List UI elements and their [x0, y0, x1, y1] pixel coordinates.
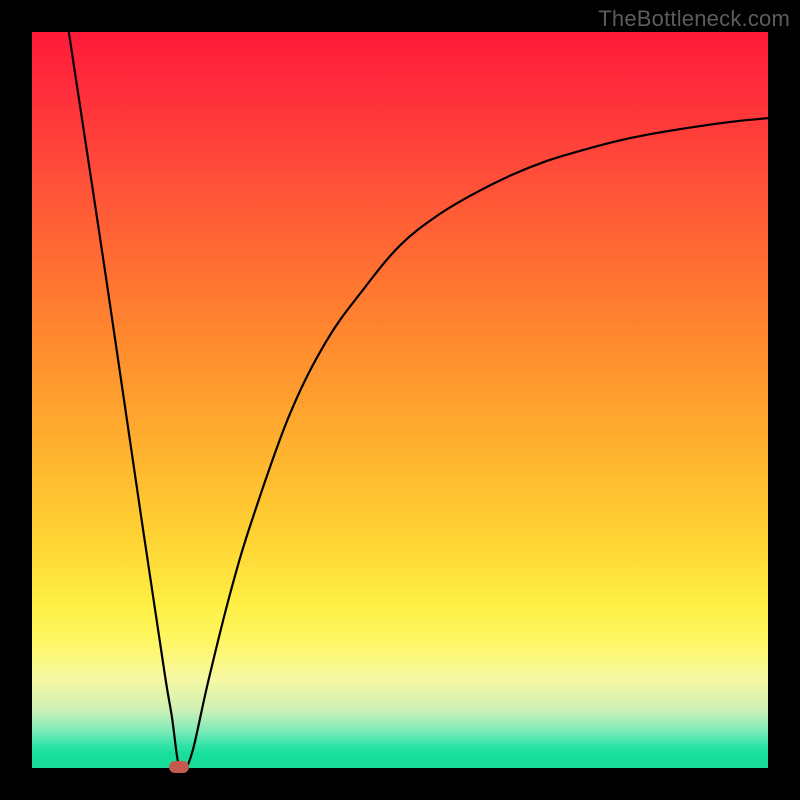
chart-frame: TheBottleneck.com	[0, 0, 800, 800]
bottleneck-curve	[69, 32, 768, 768]
curve-svg	[32, 32, 768, 768]
plot-area	[32, 32, 768, 768]
watermark-text: TheBottleneck.com	[598, 6, 790, 32]
optimal-point-marker	[169, 761, 189, 773]
